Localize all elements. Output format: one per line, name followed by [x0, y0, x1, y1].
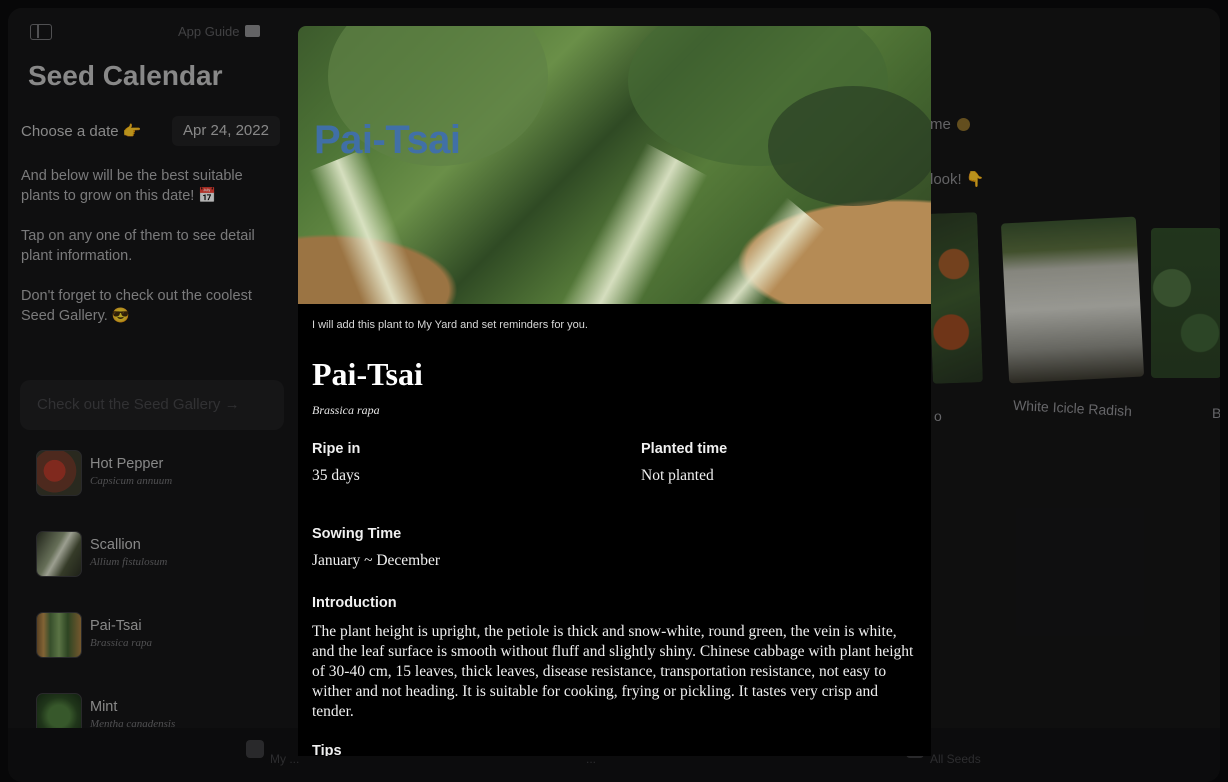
leaf-rib-shape [552, 142, 708, 304]
leaf-rib-shape [683, 197, 825, 304]
leaf-rib-shape [309, 148, 436, 304]
ripe-in-label: Ripe in [312, 441, 361, 457]
sowing-time-value: January ~ December [312, 552, 441, 569]
leaf-shape [768, 86, 931, 206]
introduction-label: Introduction [312, 595, 397, 611]
hero-title: Pai-Tsai [314, 118, 461, 162]
plant-hero-image: Pai-Tsai [298, 26, 931, 304]
tips-label: Tips [312, 743, 342, 756]
introduction-text: The plant height is upright, the petiole… [312, 623, 914, 720]
plant-scientific-name: Brassica rapa [312, 403, 380, 417]
plant-detail-modal: Pai-Tsai I will add this plant to My Yar… [298, 26, 931, 756]
plant-title: Pai-Tsai [312, 356, 423, 392]
sowing-time-label: Sowing Time [312, 526, 402, 542]
planted-time-value: Not planted [641, 467, 714, 484]
planted-time-label: Planted time [641, 441, 728, 457]
add-to-yard-note[interactable]: I will add this plant to My Yard and set… [312, 319, 588, 331]
ripe-in-value: 35 days [312, 467, 360, 484]
